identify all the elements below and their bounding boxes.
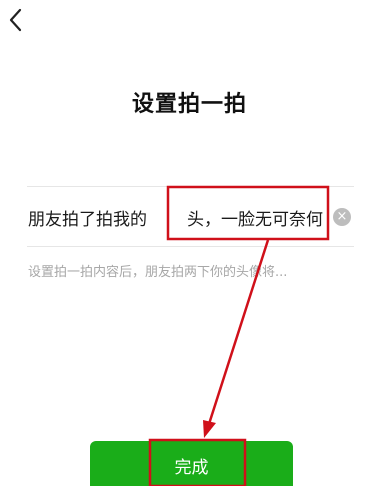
annotation-arrow-line: [207, 239, 270, 425]
annotation-arrow-head: [203, 420, 216, 438]
annotation-overlay: [148, 185, 330, 486]
highlight-box-done: [148, 438, 247, 486]
highlight-box-input: [166, 185, 330, 241]
